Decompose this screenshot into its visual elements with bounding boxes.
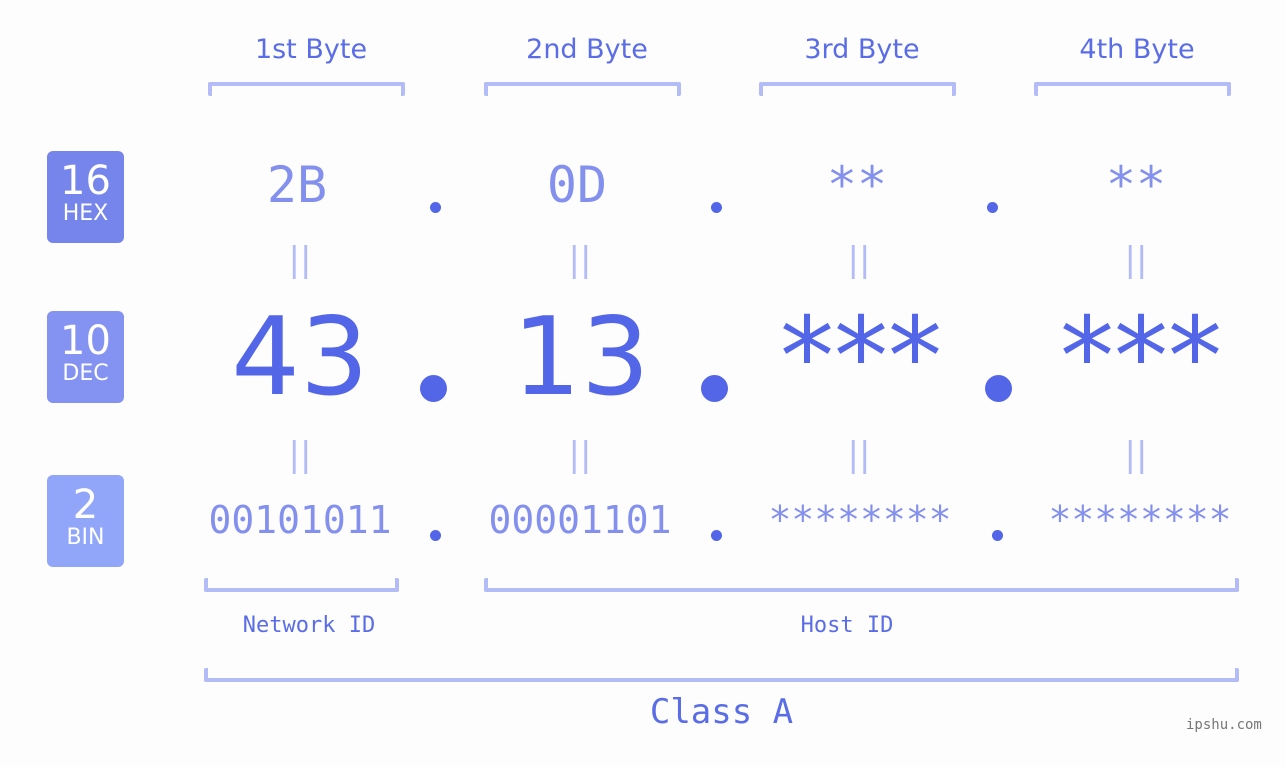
equals-icon: || <box>568 240 592 280</box>
hex-value-2: 0D <box>546 156 608 214</box>
dec-badge-label: DEC <box>62 361 109 386</box>
dec-separator-dot <box>420 375 447 402</box>
byte-header-4: 4th Byte <box>1079 34 1195 65</box>
class-label: Class A <box>649 692 794 732</box>
byte-bracket-1 <box>208 82 405 96</box>
hex-badge-number: 16 <box>60 158 111 204</box>
bin-separator-dot <box>430 530 441 541</box>
byte-header-1: 1st Byte <box>254 34 368 65</box>
hex-value-1: 2B <box>266 156 328 214</box>
host-id-bracket <box>484 578 1239 592</box>
bin-badge-label: BIN <box>66 525 105 550</box>
bin-value-2: 00001101 <box>488 498 672 542</box>
equals-icon: || <box>1124 435 1148 475</box>
dec-value-3: *** <box>780 295 942 420</box>
byte-bracket-3 <box>759 82 956 96</box>
equals-icon: || <box>288 240 312 280</box>
hex-separator-dot <box>430 202 441 213</box>
dec-value-2: 13 <box>512 295 650 420</box>
network-id-label: Network ID <box>242 613 376 638</box>
network-id-bracket <box>204 578 399 592</box>
bin-badge-number: 2 <box>72 482 99 528</box>
dec-separator-dot <box>985 375 1012 402</box>
byte-header-2: 2nd Byte <box>526 34 648 65</box>
host-id-label: Host ID <box>800 613 894 638</box>
dec-value-4: *** <box>1060 295 1222 420</box>
bin-value-4: ******** <box>1048 498 1232 542</box>
bin-value-1: 00101011 <box>208 498 392 542</box>
byte-bracket-4 <box>1034 82 1231 96</box>
hex-badge: 16 HEX <box>47 151 124 243</box>
bin-separator-dot <box>711 530 722 541</box>
hex-separator-dot <box>987 202 998 213</box>
equals-icon: || <box>288 435 312 475</box>
byte-bracket-2 <box>484 82 681 96</box>
equals-icon: || <box>568 435 592 475</box>
hex-value-3: ** <box>826 156 888 214</box>
bin-separator-dot <box>992 530 1003 541</box>
equals-icon: || <box>847 435 871 475</box>
dec-separator-dot <box>701 375 728 402</box>
class-bracket <box>204 668 1239 682</box>
dec-badge: 10 DEC <box>47 311 124 403</box>
dec-value-1: 43 <box>231 295 369 420</box>
equals-icon: || <box>1124 240 1148 280</box>
bin-value-3: ******** <box>768 498 952 542</box>
hex-separator-dot <box>711 202 722 213</box>
hex-badge-label: HEX <box>62 201 109 226</box>
bin-badge: 2 BIN <box>47 475 124 567</box>
byte-header-3: 3rd Byte <box>804 34 920 65</box>
equals-icon: || <box>847 240 871 280</box>
watermark: ipshu.com <box>1186 717 1262 733</box>
hex-value-4: ** <box>1105 156 1167 214</box>
dec-badge-number: 10 <box>60 318 111 364</box>
